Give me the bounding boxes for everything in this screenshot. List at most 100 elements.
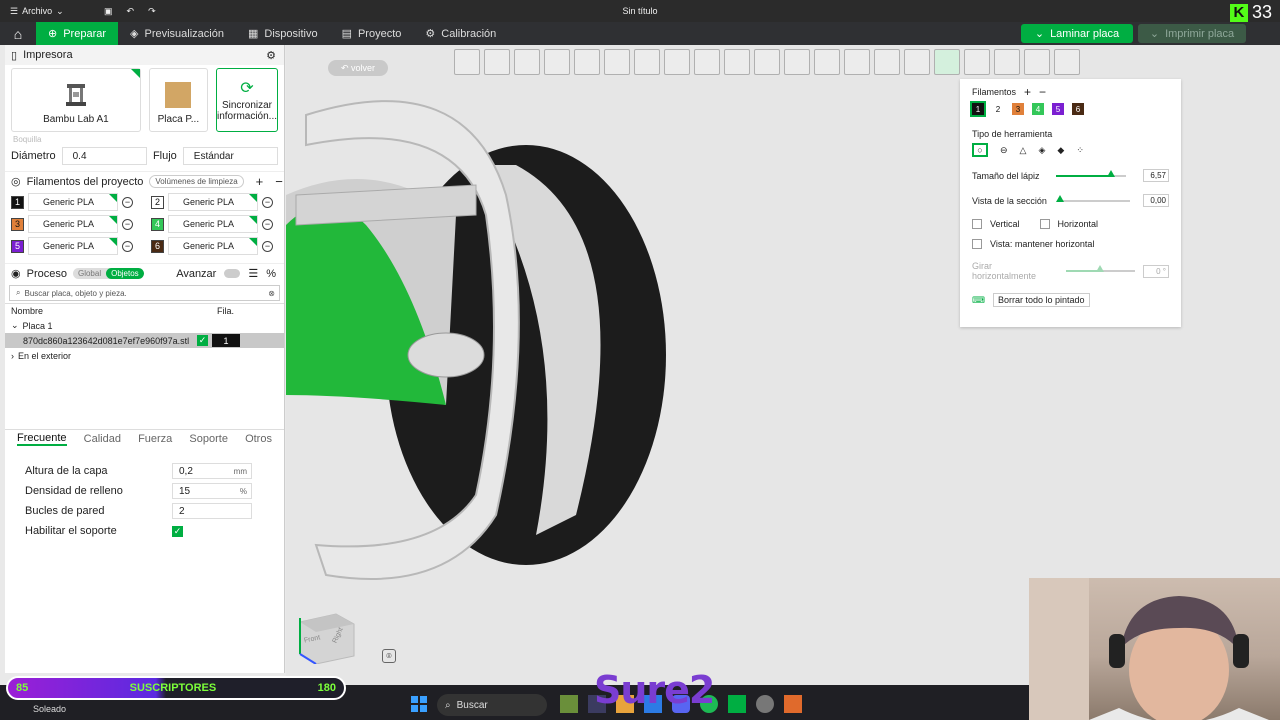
tab-others[interactable]: Otros (245, 433, 272, 445)
support-checkbox[interactable]: ✓ (172, 525, 183, 537)
filament-select[interactable]: Generic PLA (28, 193, 118, 211)
print-plate-button[interactable]: ⌄ Imprimir placa (1138, 24, 1246, 43)
height-tool-icon[interactable]: ◈ (1038, 145, 1045, 156)
undo-icon[interactable]: ↶ (127, 6, 135, 17)
remove-filament-icon[interactable]: − (275, 174, 283, 189)
object-filament[interactable]: 1 (212, 334, 240, 347)
fit-view-icon[interactable]: ⌾ (382, 649, 396, 663)
add-filament-icon[interactable]: + (256, 174, 264, 189)
rotate-slider[interactable] (1065, 265, 1136, 272)
tab-calibration[interactable]: ⚙ Calibración (413, 22, 508, 45)
back-button[interactable]: ↶ volver (328, 60, 388, 76)
section-view-slider[interactable] (1055, 194, 1130, 202)
remove-filament-icon[interactable]: − (122, 240, 133, 252)
paint-swatch[interactable]: 4 (1032, 103, 1044, 115)
filament-number[interactable]: 3 (11, 217, 24, 231)
split-objects-icon[interactable] (574, 49, 600, 75)
seam-paint-icon[interactable] (874, 49, 900, 75)
bambu-studio-icon[interactable] (728, 695, 746, 713)
measure-icon[interactable] (964, 49, 990, 75)
plate-icon[interactable] (544, 49, 570, 75)
fill-tool-icon[interactable]: ◆ (1057, 145, 1064, 156)
remove-filament-icon[interactable]: − (262, 196, 273, 208)
add-icon[interactable]: + (1024, 85, 1031, 99)
global-toggle[interactable]: Global (73, 268, 106, 279)
place-face-icon[interactable] (754, 49, 780, 75)
keep-horizontal-checkbox[interactable] (972, 239, 982, 249)
objects-toggle[interactable]: Objetos (106, 268, 144, 279)
flush-volumes-button[interactable]: Volúmenes de limpieza (149, 175, 244, 188)
app-icon[interactable] (756, 695, 774, 713)
filament-number[interactable]: 1 (11, 195, 24, 209)
diameter-select[interactable]: 0.4 (61, 147, 147, 165)
split-parts-icon[interactable] (604, 49, 630, 75)
move-icon[interactable] (664, 49, 690, 75)
triangle-tool-icon[interactable]: △ (1020, 145, 1027, 156)
rotate-input[interactable]: 0 ° (1143, 264, 1169, 278)
gap-fill-tool-icon[interactable]: ⁘ (1076, 145, 1084, 156)
printer-card[interactable]: Bambu Lab A1 (11, 68, 141, 132)
file-menu[interactable]: ☰ Archivo ⌄ (0, 6, 90, 17)
arrange-icon[interactable] (484, 49, 510, 75)
tab-strength[interactable]: Fuerza (138, 433, 172, 445)
filament-number[interactable]: 6 (151, 239, 164, 253)
taskbar-search[interactable]: ⌕ Buscar (437, 694, 547, 716)
clear-paint-button[interactable]: Borrar todo lo pintado (993, 293, 1090, 307)
sync-info-button[interactable]: ⟳ Sincronizar información... (215, 68, 278, 132)
tab-quality[interactable]: Calidad (84, 433, 121, 445)
paint-swatch[interactable]: 3 (1012, 103, 1024, 115)
text-icon[interactable] (904, 49, 930, 75)
layers-icon[interactable] (634, 49, 660, 75)
settings-icon[interactable]: ⚙ (266, 49, 276, 62)
paint-swatch[interactable]: 6 (1072, 103, 1084, 115)
filament-select[interactable]: Generic PLA (28, 237, 118, 255)
tab-preview[interactable]: ◈ Previsualización (118, 22, 236, 45)
cut-icon[interactable] (784, 49, 810, 75)
infill-input[interactable]: 15% (172, 483, 252, 499)
windows-start-icon[interactable] (411, 696, 427, 712)
paint-swatch[interactable]: 2 (992, 103, 1004, 115)
tab-project[interactable]: ▤ Proyecto (330, 22, 414, 45)
circle-tool-icon[interactable]: ○ (972, 143, 988, 157)
save-icon[interactable]: ▣ (104, 6, 113, 17)
app-icon[interactable] (784, 695, 802, 713)
plate-card[interactable]: Placa P... (148, 68, 208, 132)
view-cube[interactable]: Front Right (296, 608, 358, 665)
scale-icon[interactable] (724, 49, 750, 75)
horizontal-checkbox[interactable] (1039, 219, 1050, 229)
color-paint-icon[interactable] (934, 49, 960, 75)
filament-number[interactable]: 2 (151, 195, 164, 209)
paint-swatch[interactable]: 5 (1052, 103, 1064, 115)
paint-swatch[interactable]: 1 (970, 101, 986, 117)
variable-layer-icon[interactable] (1054, 49, 1080, 75)
app-icon[interactable] (560, 695, 578, 713)
orient-icon[interactable] (514, 49, 540, 75)
support-paint-icon[interactable] (844, 49, 870, 75)
tab-prepare[interactable]: ⊕ Preparar (36, 22, 119, 45)
filament-select[interactable]: Generic PLA (28, 215, 118, 233)
search-input[interactable]: ⌕ Buscar placa, objeto y pieza. ⊗ (9, 285, 280, 301)
sphere-tool-icon[interactable]: ⊖ (1000, 145, 1008, 156)
remove-filament-icon[interactable]: − (122, 218, 133, 230)
home-icon[interactable]: ⌂ (0, 22, 36, 45)
filament-number[interactable]: 4 (151, 217, 164, 231)
layer-height-input[interactable]: 0,2 mm (172, 463, 252, 479)
pen-size-input[interactable]: 6,57 (1142, 169, 1169, 182)
remove-icon[interactable]: − (1039, 85, 1046, 99)
remove-filament-icon[interactable]: − (262, 240, 273, 252)
slice-plate-button[interactable]: ⌄ Laminar placa (1021, 24, 1133, 43)
remove-filament-icon[interactable]: − (262, 218, 273, 230)
rotate-icon[interactable] (694, 49, 720, 75)
tab-device[interactable]: ▦ Dispositivo (236, 22, 330, 45)
list-icon[interactable]: ☰ (248, 267, 258, 280)
add-part-icon[interactable] (454, 49, 480, 75)
percent-icon[interactable]: % (266, 268, 276, 280)
remove-filament-icon[interactable]: − (122, 196, 133, 208)
object-check-icon[interactable]: ✓ (197, 335, 208, 346)
filament-select[interactable]: Generic PLA (168, 237, 258, 255)
boolean-icon[interactable] (814, 49, 840, 75)
tree-object[interactable]: 870dc860a123642d081e7ef7e960f97a.stl ✓ 1 (5, 333, 284, 348)
fit-icon[interactable] (1024, 49, 1050, 75)
walls-input[interactable]: 2 (172, 503, 252, 519)
filament-select[interactable]: Generic PLA (168, 215, 258, 233)
